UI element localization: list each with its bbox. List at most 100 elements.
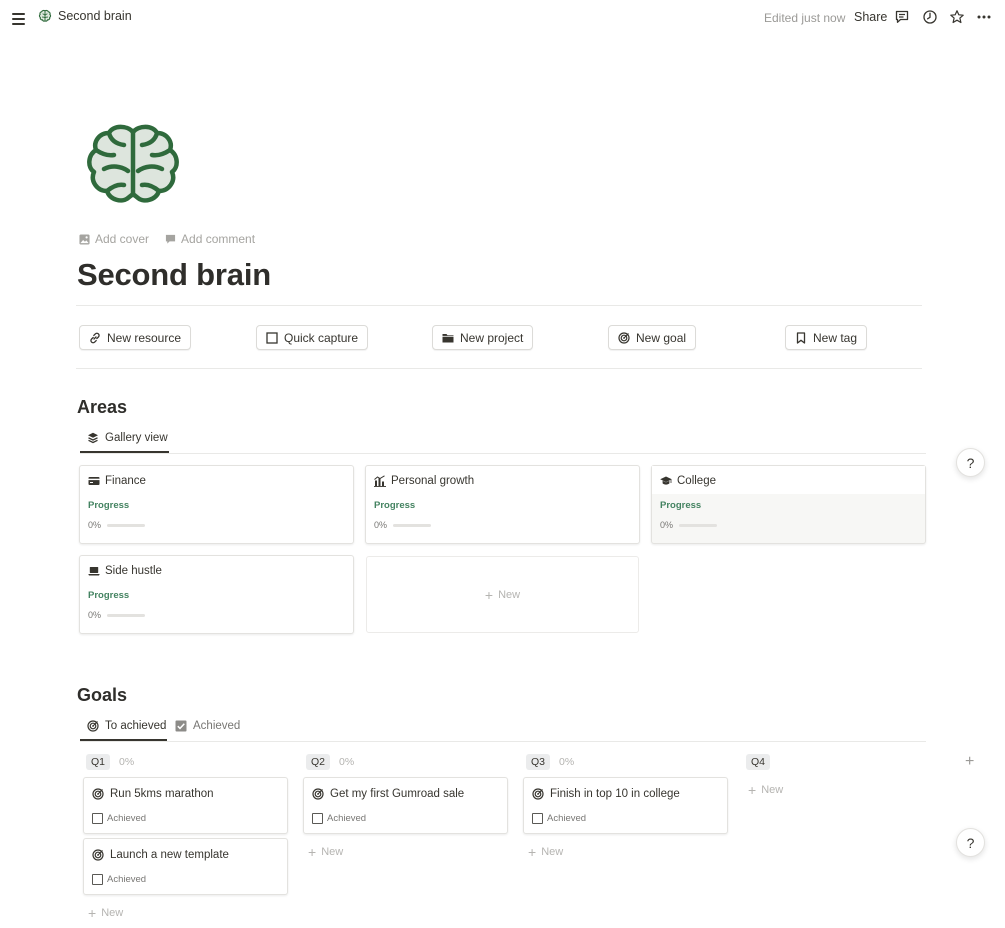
achieved-checkbox[interactable] (92, 813, 103, 824)
quick-capture-button[interactable]: Quick capture (256, 325, 369, 350)
target-icon (532, 788, 544, 800)
card-title: Get my first Gumroad sale (312, 788, 464, 800)
progress-bar (679, 524, 717, 527)
board-column-q3[interactable]: Q3 0% (526, 754, 574, 770)
add-cover-button[interactable]: Add cover (79, 232, 149, 246)
new-project-button[interactable]: New project (432, 325, 534, 350)
achieved-checkbox[interactable] (312, 813, 323, 824)
card-title-text: Launch a new template (110, 849, 229, 861)
help-button[interactable]: ? (956, 828, 985, 857)
laptop-icon (88, 567, 100, 576)
progress-label: Progress (88, 500, 130, 511)
share-button[interactable]: Share (854, 10, 887, 24)
area-card-college[interactable]: College Progress 0% (651, 465, 926, 544)
chart-icon (374, 475, 386, 487)
q1-new-button[interactable]: + New (88, 905, 123, 921)
sidebar-menu-button[interactable] (11, 10, 27, 26)
add-group-plus-icon[interactable]: + (965, 753, 974, 771)
area-card-personal-growth[interactable]: Personal growth Progress 0% (365, 465, 640, 544)
credit-card-icon (88, 477, 100, 485)
card-title-text: Side hustle (105, 565, 162, 577)
link-icon (90, 332, 100, 343)
comments-icon[interactable] (894, 9, 910, 25)
area-card-finance[interactable]: Finance Progress 0% (79, 465, 354, 544)
edited-status: Edited just now (764, 11, 846, 25)
comment-icon (165, 234, 176, 244)
board-column-q4[interactable]: Q4 (746, 754, 779, 770)
target-icon (92, 788, 104, 800)
tab-to-achieved[interactable]: To achieved (87, 720, 166, 732)
target-icon (92, 849, 104, 861)
achieved-checkbox[interactable] (92, 874, 103, 885)
q2-new-button[interactable]: + New (308, 844, 343, 860)
q3-new-button[interactable]: + New (528, 844, 563, 860)
new-tag-button[interactable]: New tag (785, 325, 868, 350)
achieved-label: Achieved (107, 813, 147, 824)
achieved-checkbox[interactable] (532, 813, 543, 824)
goal-card-run-5kms-marathon[interactable]: Run 5kms marathon Achieved (83, 777, 288, 834)
progress-label: Progress (88, 590, 130, 601)
tab-achieved[interactable]: Achieved (175, 720, 240, 732)
new-project-label: New project (460, 330, 524, 345)
menu-line (12, 18, 25, 20)
board-column-q1[interactable]: Q1 0% (86, 754, 134, 770)
page-brain-icon[interactable] (84, 123, 182, 207)
new-area-card-button[interactable]: + New (366, 556, 639, 633)
new-resource-label: New resource (107, 330, 182, 345)
help-button[interactable]: ? (956, 448, 985, 477)
q4-new-button[interactable]: + New (748, 782, 783, 798)
new-label: New (101, 907, 124, 919)
column-tag: Q4 (746, 754, 771, 770)
new-resource-button[interactable]: New resource (79, 325, 192, 350)
breadcrumb[interactable]: Second brain (38, 9, 132, 23)
add-comment-button[interactable]: Add comment (165, 232, 255, 246)
favorite-star-icon[interactable] (949, 9, 965, 25)
progress-bar (107, 524, 145, 527)
plus-icon: + (528, 844, 537, 860)
checkbox-icon (266, 331, 278, 344)
goals-heading[interactable]: Goals (77, 685, 127, 706)
achieved-property: Achieved (92, 813, 146, 824)
new-goal-button[interactable]: New goal (608, 325, 697, 350)
history-clock-icon[interactable] (922, 9, 938, 25)
folder-icon (442, 333, 454, 342)
card-title: Run 5kms marathon (92, 788, 214, 800)
areas-heading[interactable]: Areas (77, 397, 127, 418)
achieved-property: Achieved (92, 874, 146, 885)
card-title: Finance (88, 475, 146, 487)
progress-bar (107, 614, 145, 617)
tabs-divider (80, 453, 926, 454)
tab-to-achieved-label: To achieved (105, 720, 167, 732)
progress-value: 0% (374, 520, 388, 530)
column-percent: 0% (339, 756, 355, 768)
tabs-divider (80, 741, 926, 742)
goal-card-launch-a-new-template[interactable]: Launch a new template Achieved (83, 838, 288, 895)
card-title-text: Personal growth (391, 475, 475, 487)
tab-gallery-view-label: Gallery view (105, 432, 168, 444)
plus-icon: + (748, 782, 757, 798)
plus-icon: + (88, 905, 97, 921)
area-card-side-hustle[interactable]: Side hustle Progress 0% (79, 555, 354, 634)
menu-line (12, 23, 25, 25)
achieved-property: Achieved (312, 813, 366, 824)
new-tag-label: New tag (813, 330, 858, 345)
target-icon (312, 788, 324, 800)
new-label: New (761, 784, 784, 796)
column-percent: 0% (559, 756, 575, 768)
achieved-label: Achieved (327, 813, 367, 824)
progress-bar (393, 524, 431, 527)
tab-gallery-view[interactable]: Gallery view (87, 432, 168, 444)
target-icon (618, 331, 630, 344)
board-column-q2[interactable]: Q2 0% (306, 754, 354, 770)
new-label: New (498, 588, 521, 601)
card-title: Side hustle (88, 565, 162, 577)
column-percent: 0% (119, 756, 135, 768)
more-options-icon[interactable] (976, 9, 992, 25)
card-title-text: Run 5kms marathon (110, 788, 214, 800)
page-title[interactable]: Second brain (77, 257, 271, 293)
divider (76, 368, 922, 369)
goal-card-finish-in-top-10-in-college[interactable]: Finish in top 10 in college Achieved (523, 777, 728, 834)
goal-card-get-my-first-gumroad-sale[interactable]: Get my first Gumroad sale Achieved (303, 777, 508, 834)
breadcrumb-label: Second brain (58, 9, 132, 23)
progress-label: Progress (374, 500, 416, 511)
